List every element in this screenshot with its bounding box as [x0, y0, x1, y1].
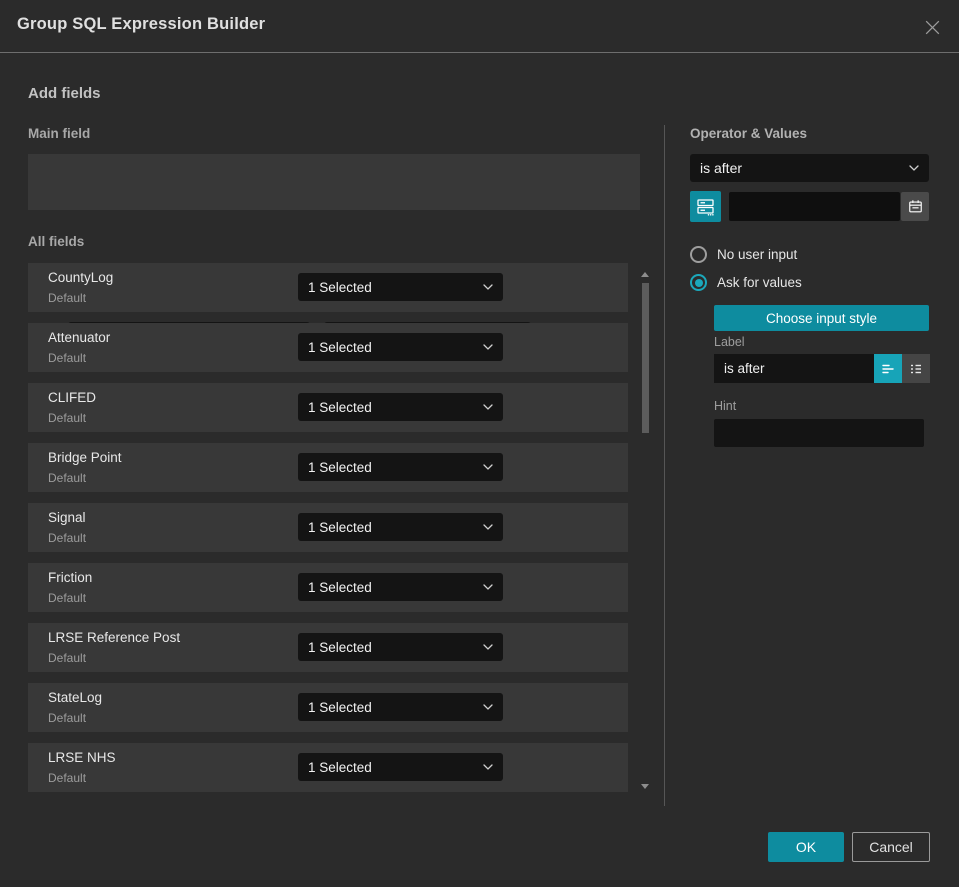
no-user-input-radio[interactable]: No user input — [690, 246, 797, 263]
operator-value-input[interactable] — [729, 192, 900, 221]
ok-button[interactable]: OK — [768, 832, 844, 862]
dialog-title: Group SQL Expression Builder — [17, 15, 266, 33]
field-name: Signal — [48, 510, 86, 525]
field-subtitle: Default — [48, 411, 87, 425]
date-picker-button[interactable] — [901, 192, 929, 221]
text-input-style-icon — [880, 361, 896, 377]
calendar-icon — [908, 199, 923, 214]
chevron-down-icon — [483, 764, 493, 770]
field-row-attenuator: Attenuator Default 1 Selected — [28, 323, 628, 372]
field-selection-value: 1 Selected — [308, 639, 372, 655]
field-name: LRSE Reference Post — [48, 630, 181, 645]
field-selection-value: 1 Selected — [308, 399, 372, 415]
field-name: Attenuator — [48, 330, 111, 345]
list-scrollbar-thumb[interactable] — [642, 283, 649, 433]
field-subtitle: Default — [48, 591, 87, 605]
field-selection-value: 1 Selected — [308, 519, 372, 535]
field-selection-select[interactable]: 1 Selected — [298, 753, 503, 781]
chevron-down-icon — [483, 524, 493, 530]
field-row-friction: Friction Default 1 Selected — [28, 563, 628, 612]
field-selection-select[interactable]: 1 Selected — [298, 573, 503, 601]
stacked-values-icon — [696, 197, 715, 216]
field-name: StateLog — [48, 690, 103, 705]
dialog-titlebar: Group SQL Expression Builder — [0, 0, 959, 53]
cancel-button[interactable]: Cancel — [852, 832, 930, 862]
chevron-down-icon — [483, 284, 493, 290]
field-row-lrse-reference-post: LRSE Reference Post Default 1 Selected — [28, 623, 628, 672]
field-subtitle: Default — [48, 711, 87, 725]
field-row-clifed: CLIFED Default 1 Selected — [28, 383, 628, 432]
field-selection-value: 1 Selected — [308, 459, 372, 475]
choose-input-style-button[interactable]: Choose input style — [714, 305, 929, 331]
ask-for-values-label: Ask for values — [717, 275, 802, 290]
group-sql-expression-builder-dialog: Group SQL Expression Builder Add fields … — [0, 0, 959, 887]
field-name: Bridge Point — [48, 450, 122, 465]
field-name: CLIFED — [48, 390, 97, 405]
hint-input[interactable] — [714, 419, 924, 447]
field-subtitle: Default — [48, 351, 87, 365]
field-name: LRSE NHS — [48, 750, 116, 765]
chevron-down-icon — [483, 344, 493, 350]
field-selection-select[interactable]: 1 Selected — [298, 513, 503, 541]
list-input-style-button[interactable] — [902, 354, 930, 383]
label-input[interactable] — [714, 354, 874, 383]
field-selection-value: 1 Selected — [308, 339, 372, 355]
field-selection-select[interactable]: 1 Selected — [298, 633, 503, 661]
operator-values-heading: Operator & Values — [690, 126, 808, 141]
radio-selected-icon — [690, 274, 707, 291]
ask-for-values-radio[interactable]: Ask for values — [690, 274, 802, 291]
add-fields-heading: Add fields — [28, 85, 101, 102]
field-selection-select[interactable]: 1 Selected — [298, 453, 503, 481]
field-selection-value: 1 Selected — [308, 579, 372, 595]
field-row-countylog: CountyLog Default 1 Selected — [28, 263, 628, 312]
field-selection-value: 1 Selected — [308, 759, 372, 775]
scrollbar-up-icon[interactable] — [641, 272, 649, 277]
all-fields-label: All fields — [28, 234, 85, 249]
main-field-label: Main field — [28, 126, 91, 141]
radio-icon — [690, 246, 707, 263]
field-subtitle: Default — [48, 771, 87, 785]
hint-field-label: Hint — [714, 399, 737, 413]
text-input-style-button[interactable] — [874, 354, 902, 383]
chevron-down-icon — [483, 704, 493, 710]
operator-select-value: is after — [700, 160, 743, 176]
field-selection-select[interactable]: 1 Selected — [298, 273, 503, 301]
field-name: Friction — [48, 570, 93, 585]
field-row-signal: Signal Default 1 Selected — [28, 503, 628, 552]
field-subtitle: Default — [48, 471, 87, 485]
close-button[interactable] — [920, 15, 944, 39]
close-icon — [923, 18, 942, 37]
label-field-label: Label — [714, 335, 745, 349]
field-name: CountyLog — [48, 270, 114, 285]
field-subtitle: Default — [48, 651, 87, 665]
field-subtitle: Default — [48, 291, 87, 305]
field-selection-value: 1 Selected — [308, 279, 372, 295]
chevron-down-icon — [483, 464, 493, 470]
operator-select[interactable]: is after — [690, 154, 929, 182]
list-input-style-icon — [908, 361, 924, 377]
field-row-statelog: StateLog Default 1 Selected — [28, 683, 628, 732]
scrollbar-down-icon[interactable] — [641, 784, 649, 789]
no-user-input-label: No user input — [717, 247, 798, 262]
field-row-bridge-point: Bridge Point Default 1 Selected — [28, 443, 628, 492]
chevron-down-icon — [483, 584, 493, 590]
field-selection-select[interactable]: 1 Selected — [298, 333, 503, 361]
chevron-down-icon — [909, 165, 919, 171]
set-from-values-button[interactable] — [690, 191, 721, 222]
field-selection-select[interactable]: 1 Selected — [298, 393, 503, 421]
field-selection-select[interactable]: 1 Selected — [298, 693, 503, 721]
chevron-down-icon — [483, 644, 493, 650]
all-fields-list: CountyLog Default 1 Selected Attenuator … — [28, 263, 628, 803]
chevron-down-icon — [483, 404, 493, 410]
field-row-lrse-nhs: LRSE NHS Default 1 Selected — [28, 743, 628, 792]
field-selection-value: 1 Selected — [308, 699, 372, 715]
field-subtitle: Default — [48, 531, 87, 545]
main-field-panel: CountyLog | Default To Date — [28, 154, 640, 351]
panel-divider — [664, 125, 665, 806]
